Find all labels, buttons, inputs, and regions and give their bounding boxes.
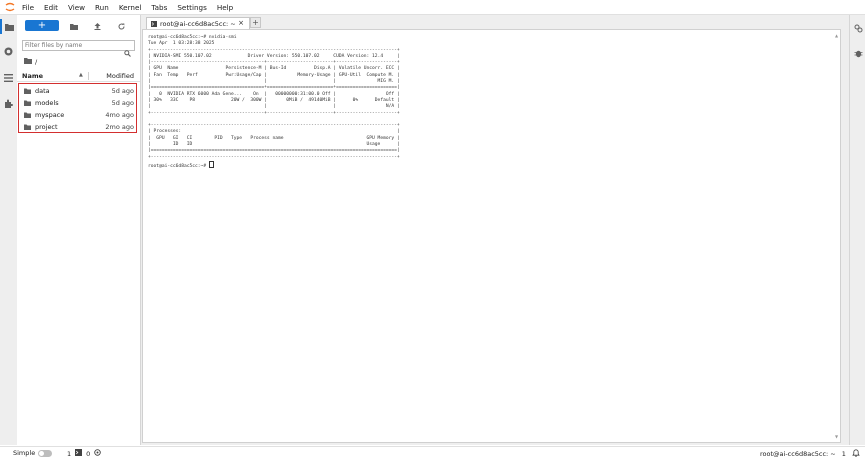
search-icon bbox=[124, 42, 131, 61]
refresh-icon[interactable] bbox=[115, 20, 127, 32]
column-modified-header[interactable]: Modified bbox=[106, 72, 134, 80]
new-launcher-button[interactable]: + bbox=[25, 20, 59, 31]
main-area: root@ai-cc6d8ac5cc: ~ × + root@ai-cc6d8a… bbox=[141, 15, 849, 445]
file-browser: + / Name ▲ Modified data 5d ago bbox=[17, 15, 141, 445]
file-modified: 5d ago bbox=[111, 87, 134, 95]
simple-mode-label: Simple bbox=[13, 449, 36, 457]
tab-terminal[interactable]: root@ai-cc6d8ac5cc: ~ × bbox=[146, 17, 250, 29]
simple-mode-toggle[interactable]: Simple bbox=[13, 449, 53, 457]
terminal-panel[interactable]: root@ai-cc6d8ac5cc:~# nvidia-smi Tue Apr… bbox=[142, 29, 841, 443]
file-modified: 5d ago bbox=[111, 99, 134, 107]
extension-icon[interactable] bbox=[1, 96, 16, 111]
tab-bar: root@ai-cc6d8ac5cc: ~ × + bbox=[141, 15, 849, 29]
upload-icon[interactable] bbox=[91, 20, 103, 32]
breadcrumb-root[interactable]: / bbox=[35, 58, 37, 66]
active-tab-label: root@ai-cc6d8ac5cc: ~ bbox=[760, 450, 836, 458]
menu-kernel[interactable]: Kernel bbox=[114, 3, 147, 12]
toggle-switch[interactable] bbox=[38, 449, 53, 457]
folder-icon[interactable] bbox=[0, 19, 17, 34]
terminal-text: root@ai-cc6d8ac5cc:~# nvidia-smi Tue Apr… bbox=[148, 35, 400, 169]
menu-help[interactable]: Help bbox=[212, 3, 238, 12]
file-modified: 4mo ago bbox=[105, 111, 134, 119]
folder-icon bbox=[24, 100, 31, 108]
status-bar: Simple 1 0 root@ai-cc6d8ac5cc: ~ 1 bbox=[0, 446, 865, 459]
terminal-scrollbar[interactable]: ▲ ▼ bbox=[835, 33, 839, 439]
file-list-header: Name ▲ Modified bbox=[17, 71, 140, 82]
list-item[interactable]: project 2mo ago bbox=[19, 121, 135, 133]
terminal-icon bbox=[75, 449, 83, 458]
file-name: models bbox=[35, 99, 59, 107]
breadcrumb: / bbox=[24, 57, 37, 66]
right-activity-bar bbox=[849, 15, 865, 445]
menu-edit[interactable]: Edit bbox=[39, 3, 63, 12]
folder-icon bbox=[24, 124, 31, 132]
sort-ascending-icon: ▲ bbox=[79, 72, 83, 78]
toc-icon[interactable] bbox=[1, 70, 16, 85]
list-item[interactable]: myspace 4mo ago bbox=[19, 109, 135, 121]
jupyter-logo-icon bbox=[3, 0, 17, 14]
terminal-cursor bbox=[208, 160, 214, 168]
notification-count: 1 bbox=[841, 450, 846, 458]
file-modified: 2mo ago bbox=[105, 123, 134, 131]
kernel-status[interactable]: 1 0 bbox=[67, 449, 102, 458]
list-item[interactable]: models 5d ago bbox=[19, 97, 135, 109]
file-name: myspace bbox=[35, 111, 65, 119]
terminal-icon bbox=[151, 21, 157, 29]
menu-file[interactable]: File bbox=[17, 3, 39, 12]
terminal-output[interactable]: root@ai-cc6d8ac5cc:~# nvidia-smi Tue Apr… bbox=[148, 35, 400, 170]
kernels-count: 1 bbox=[67, 449, 72, 458]
folder-icon bbox=[24, 112, 31, 120]
property-inspector-icon[interactable] bbox=[851, 21, 865, 36]
new-folder-icon[interactable] bbox=[68, 20, 80, 32]
file-browser-toolbar: + bbox=[17, 18, 140, 34]
settings-gear-icon bbox=[94, 449, 102, 458]
add-tab-button[interactable]: + bbox=[250, 17, 261, 28]
folder-icon[interactable] bbox=[24, 57, 32, 66]
menu-run[interactable]: Run bbox=[90, 3, 114, 12]
menu-tabs[interactable]: Tabs bbox=[146, 3, 172, 12]
file-filter-input[interactable] bbox=[25, 41, 121, 50]
column-name-header[interactable]: Name bbox=[22, 72, 43, 80]
tab-label: root@ai-cc6d8ac5cc: ~ bbox=[160, 20, 236, 28]
running-icon[interactable] bbox=[1, 44, 16, 59]
menu-view[interactable]: View bbox=[63, 3, 90, 12]
scroll-down-icon[interactable]: ▼ bbox=[835, 434, 838, 439]
file-filter-box bbox=[22, 40, 135, 57]
scroll-up-icon[interactable]: ▲ bbox=[835, 33, 838, 38]
file-name: data bbox=[35, 87, 50, 95]
close-icon[interactable]: × bbox=[238, 19, 244, 27]
file-list: data 5d ago models 5d ago myspace 4mo ag… bbox=[18, 83, 137, 133]
menu-settings[interactable]: Settings bbox=[172, 3, 211, 12]
folder-icon bbox=[24, 88, 31, 96]
debugger-icon[interactable] bbox=[851, 46, 865, 61]
left-activity-bar bbox=[0, 15, 18, 445]
terminals-count: 0 bbox=[86, 449, 91, 458]
list-item[interactable]: data 5d ago bbox=[19, 85, 135, 97]
column-divider[interactable] bbox=[88, 72, 89, 80]
file-name: project bbox=[35, 123, 58, 131]
menu-bar: File Edit View Run Kernel Tabs Settings … bbox=[0, 0, 865, 15]
